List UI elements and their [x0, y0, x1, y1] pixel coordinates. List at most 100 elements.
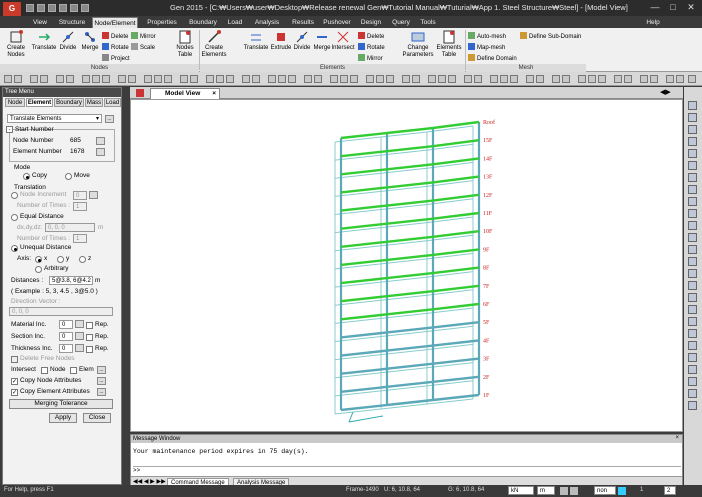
status-icon[interactable]	[570, 487, 578, 495]
dxdydz-input[interactable]: 0, 0, 0	[45, 223, 95, 232]
intersect-elem-checkbox[interactable]	[70, 367, 77, 374]
view-tool-icon[interactable]	[688, 149, 697, 158]
toolbar-icon[interactable]	[304, 75, 312, 83]
view-tool-icon[interactable]	[688, 329, 697, 338]
view-tool-icon[interactable]	[688, 269, 697, 278]
model-view-canvas[interactable]: Roof 15F 14F 13F 12F 11F 10F 9F 8F 7F 6F 5F 4F 3F 2F 1F	[130, 99, 683, 432]
tab-properties[interactable]: Properties	[142, 17, 182, 28]
apply-button[interactable]: Apply	[49, 413, 77, 423]
status-none-select[interactable]: non	[594, 486, 616, 495]
toolbar-icon[interactable]	[340, 75, 348, 83]
toolbar-icon[interactable]	[688, 75, 696, 83]
toolbar-icon[interactable]	[4, 75, 12, 83]
node-number-button[interactable]	[96, 137, 105, 145]
intersect-button[interactable]: Intersect	[331, 30, 355, 52]
toolbar-icon[interactable]	[216, 75, 224, 83]
tab-load[interactable]: Load	[224, 17, 246, 28]
axis-y-radio[interactable]	[57, 256, 64, 263]
toolbar-icon[interactable]	[666, 75, 674, 83]
beam[interactable]	[432, 175, 480, 184]
tab-node[interactable]: Node	[5, 98, 25, 107]
toolbar-icon[interactable]	[118, 75, 126, 83]
merging-tolerance-button[interactable]: Merging Tolerance	[9, 399, 113, 409]
define-sub-domain-button[interactable]: Define Sub-Domain	[520, 32, 581, 41]
node-increment-radio[interactable]	[11, 192, 18, 199]
toolbar-icon[interactable]	[510, 75, 518, 83]
view-tool-icon[interactable]	[688, 317, 697, 326]
direction-vector-input[interactable]: 0, 0, 0	[9, 307, 113, 316]
function-more-button[interactable]: ...	[105, 115, 114, 123]
merge-nodes-button[interactable]: Merge	[79, 30, 101, 52]
divide-nodes-button[interactable]: Divide	[57, 30, 79, 52]
ground-axis[interactable]	[348, 411, 354, 423]
view-tool-icon[interactable]	[688, 257, 697, 266]
view-tool-icon[interactable]	[688, 125, 697, 134]
project-nodes-button[interactable]: Project	[102, 54, 130, 63]
intersect-more-button[interactable]: ...	[97, 366, 106, 374]
toolbar-icon[interactable]	[180, 75, 188, 83]
toolbar-icon[interactable]	[464, 75, 472, 83]
view-tool-icon[interactable]	[688, 245, 697, 254]
thickness-inc-button[interactable]	[75, 344, 84, 352]
change-parameters-button[interactable]: Change Parameters	[402, 30, 434, 59]
translate-nodes-button[interactable]: Translate	[31, 30, 57, 52]
toolbar-icon[interactable]	[500, 75, 508, 83]
toolbar-icon[interactable]	[102, 75, 110, 83]
toolbar-icon[interactable]	[386, 75, 394, 83]
toolbar-icon[interactable]	[82, 75, 90, 83]
structure-model[interactable]: Roof 15F 14F 13F 12F 11F 10F 9F 8F 7F 6F 5F 4F 3F 2F 1F	[131, 100, 683, 432]
open-icon[interactable]	[37, 4, 45, 12]
nodes-table-button[interactable]: Nodes Table	[174, 30, 196, 59]
message-tabs-nav[interactable]: ◀◀ ◀ ▶ ▶▶	[133, 478, 166, 485]
ground-axis[interactable]	[348, 415, 384, 423]
length-unit-select[interactable]: m	[537, 486, 555, 495]
view-tool-icon[interactable]	[688, 137, 697, 146]
view-tool-icon[interactable]	[688, 401, 697, 410]
mirror-elements-button[interactable]: Mirror	[358, 54, 383, 63]
toolbar-icon[interactable]	[288, 75, 296, 83]
tab-pushover[interactable]: Pushover	[320, 17, 354, 28]
move-radio[interactable]	[65, 173, 72, 180]
status-page-of[interactable]: 2	[664, 486, 676, 495]
close-message-icon[interactable]: ×	[675, 435, 679, 441]
redo-icon[interactable]	[81, 4, 89, 12]
close-panel-button[interactable]: Close	[83, 413, 111, 423]
start-number-collapse[interactable]: -	[6, 126, 13, 133]
toolbar-icon[interactable]	[252, 75, 260, 83]
home-icon[interactable]	[136, 89, 144, 97]
toolbar-icon[interactable]	[536, 75, 544, 83]
intersect-node-checkbox[interactable]	[41, 367, 48, 374]
toolbar-icon[interactable]	[154, 75, 162, 83]
toolbar-icon[interactable]	[30, 75, 38, 83]
toolbar-icon[interactable]	[92, 75, 100, 83]
tab-model-view[interactable]: Model View ×	[150, 88, 220, 99]
copy-element-attributes-button[interactable]: ...	[97, 388, 106, 396]
toolbar-icon[interactable]	[578, 75, 586, 83]
rotate-nodes-button[interactable]: Rotate	[102, 43, 129, 52]
command-prompt[interactable]: >>	[133, 466, 681, 474]
view-tool-icon[interactable]	[688, 341, 697, 350]
tab-load-panel[interactable]: Load	[104, 98, 121, 107]
save-icon[interactable]	[48, 4, 56, 12]
toolbar-icon[interactable]	[366, 75, 374, 83]
tab-boundary[interactable]: Boundary	[186, 17, 220, 28]
view-tool-icon[interactable]	[688, 209, 697, 218]
toolbar-icon[interactable]	[552, 75, 560, 83]
auto-mesh-button[interactable]: Auto-mesh	[468, 32, 506, 41]
toolbar-icon[interactable]	[448, 75, 456, 83]
view-tool-icon[interactable]	[688, 185, 697, 194]
new-icon[interactable]	[26, 4, 34, 12]
function-select[interactable]: Translate Elements ▾	[7, 114, 102, 123]
element-number-button[interactable]	[96, 148, 105, 156]
toolbar-icon[interactable]	[350, 75, 358, 83]
define-domain-button[interactable]: Define Domain	[468, 54, 517, 63]
toolbar-icon[interactable]	[144, 75, 152, 83]
toolbar-icon[interactable]	[376, 75, 384, 83]
view-tool-icon[interactable]	[688, 197, 697, 206]
toolbar-icon[interactable]	[588, 75, 596, 83]
toolbar-icon[interactable]	[190, 75, 198, 83]
toolbar-icon[interactable]	[242, 75, 250, 83]
delete-free-nodes-checkbox[interactable]	[11, 356, 18, 363]
view-tool-icon[interactable]	[688, 365, 697, 374]
tab-tools[interactable]: Tools	[416, 17, 440, 28]
